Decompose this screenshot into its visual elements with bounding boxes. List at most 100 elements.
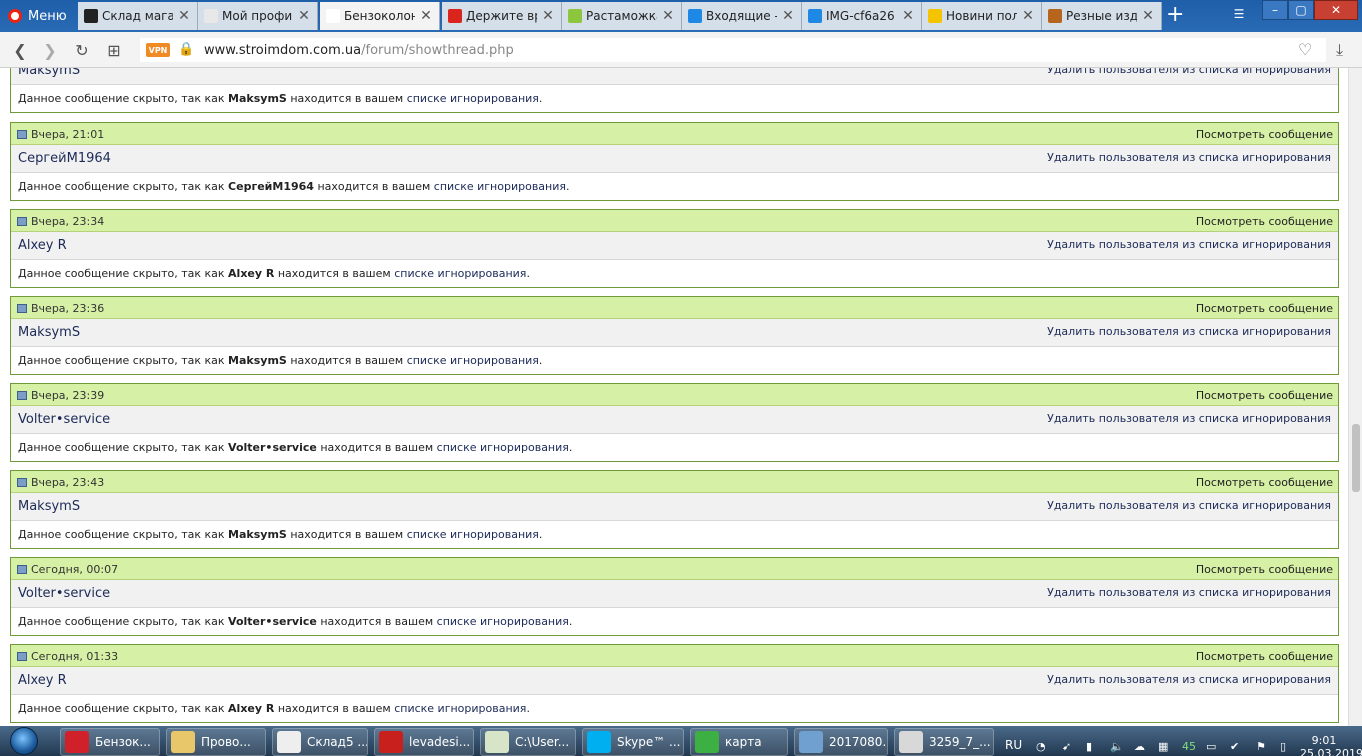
post-username[interactable]: Alxey R: [18, 238, 67, 253]
tab-title: Держите вр: [466, 9, 537, 23]
minimize-window-button[interactable]: –: [1262, 0, 1288, 20]
close-tab-icon[interactable]: ✕: [661, 8, 675, 24]
tab-title: Новини пол: [946, 9, 1017, 23]
browser-tab[interactable]: Входящие - ✕: [682, 2, 802, 30]
ignore-list-link[interactable]: списке игнорирования: [407, 528, 539, 541]
close-tab-icon[interactable]: ✕: [297, 8, 311, 24]
view-post-link[interactable]: Посмотреть сообщение: [1196, 476, 1333, 489]
browser-tab[interactable]: Мой профи ✕: [198, 2, 318, 30]
view-post-link[interactable]: Посмотреть сообщение: [1196, 302, 1333, 315]
notice-username: Alxey R: [228, 267, 275, 280]
download-icon[interactable]: ⤓: [1336, 40, 1343, 60]
remove-from-ignore-link[interactable]: Удалить пользователя из списка игнориров…: [1047, 238, 1331, 251]
opera-menu-button[interactable]: Меню: [0, 0, 76, 32]
browser-tab[interactable]: Новини пол ✕: [922, 2, 1042, 30]
ignore-list-link[interactable]: списке игнорирования: [407, 354, 539, 367]
browser-tab[interactable]: IMG-cf6a26 ✕: [802, 2, 922, 30]
flag-icon[interactable]: ⚑: [1256, 740, 1270, 753]
url-text[interactable]: www.stroimdom.com.ua/forum/showthread.ph…: [204, 43, 514, 58]
remove-from-ignore-link[interactable]: Удалить пользователя из списка игнориров…: [1047, 325, 1331, 338]
vpn-badge[interactable]: VPN: [146, 43, 170, 57]
close-tab-icon[interactable]: ✕: [1141, 8, 1155, 24]
speed-dial-grid-icon[interactable]: ⊞: [104, 40, 124, 60]
post-icon: [17, 565, 27, 574]
post-user-line: Alxey R Удалить пользователя из списка иг…: [11, 232, 1338, 260]
network-icon[interactable]: ▦: [1158, 740, 1172, 753]
page-scrollbar[interactable]: [1348, 68, 1362, 726]
taskbar-item[interactable]: Прово...: [166, 728, 266, 756]
post-header: Вчера, 23:39 Посмотреть сообщение: [11, 384, 1338, 406]
post-username[interactable]: MaksymS: [18, 325, 80, 340]
browser-tab[interactable]: Резные изд ✕: [1042, 2, 1162, 30]
ignore-list-link[interactable]: списке игнорирования: [394, 702, 526, 715]
post-date: Сегодня, 00:07: [31, 563, 119, 576]
remove-from-ignore-link[interactable]: Удалить пользователя из списка игнориров…: [1047, 68, 1331, 76]
lock-icon[interactable]: 🔒: [178, 42, 194, 58]
pointer-icon[interactable]: ➹: [1062, 740, 1076, 753]
post-username[interactable]: СергейМ1964: [18, 151, 111, 166]
post-username[interactable]: Volter•service: [18, 586, 110, 601]
browser-tab[interactable]: Бензоколон ✕: [320, 2, 440, 30]
tray-counter[interactable]: 45: [1182, 740, 1196, 753]
remove-from-ignore-link[interactable]: Удалить пользователя из списка игнориров…: [1047, 499, 1331, 512]
language-indicator[interactable]: RU: [1005, 738, 1022, 752]
taskbar-item[interactable]: C:\User...: [480, 728, 576, 756]
network-status-icon[interactable]: ◔: [1036, 740, 1050, 753]
device-icon[interactable]: ▮: [1086, 740, 1100, 753]
notice-username: СергейМ1964: [228, 180, 314, 193]
scrollbar-thumb[interactable]: [1352, 424, 1360, 492]
check-icon[interactable]: ✔: [1230, 740, 1244, 753]
taskbar-item[interactable]: Бензок...: [60, 728, 160, 756]
view-post-link[interactable]: Посмотреть сообщение: [1196, 389, 1333, 402]
close-tab-icon[interactable]: ✕: [541, 8, 555, 24]
remove-from-ignore-link[interactable]: Удалить пользователя из списка игнориров…: [1047, 673, 1331, 686]
remove-from-ignore-link[interactable]: Удалить пользователя из списка игнориров…: [1047, 586, 1331, 599]
forward-arrow-icon[interactable]: ❯: [40, 40, 60, 60]
reload-icon[interactable]: ↻: [72, 40, 92, 60]
ignore-list-link[interactable]: списке игнорирования: [437, 615, 569, 628]
post-username[interactable]: MaksymS: [18, 499, 80, 514]
close-window-button[interactable]: ✕: [1314, 0, 1358, 20]
post-user-line: MaksymS Удалить пользователя из списка и…: [11, 68, 1338, 85]
volume-icon[interactable]: 🔈: [1110, 740, 1124, 753]
remove-from-ignore-link[interactable]: Удалить пользователя из списка игнориров…: [1047, 151, 1331, 164]
ignore-list-link[interactable]: списке игнорирования: [394, 267, 526, 280]
view-post-link[interactable]: Посмотреть сообщение: [1196, 563, 1333, 576]
taskbar-item[interactable]: 3259_7_...: [894, 728, 994, 756]
remove-from-ignore-link[interactable]: Удалить пользователя из списка игнориров…: [1047, 412, 1331, 425]
browser-tab[interactable]: Держите вр ✕: [442, 2, 562, 30]
new-tab-plus-icon[interactable]: +: [1166, 4, 1184, 26]
taskbar-item[interactable]: Склад5 ...: [272, 728, 368, 756]
close-tab-icon[interactable]: ✕: [419, 8, 433, 24]
ignore-list-link[interactable]: списке игнорирования: [407, 92, 539, 105]
start-button[interactable]: [2, 726, 48, 756]
post-username[interactable]: Alxey R: [18, 673, 67, 688]
cloud-icon[interactable]: ☁: [1134, 740, 1148, 753]
close-tab-icon[interactable]: ✕: [781, 8, 795, 24]
post-username[interactable]: MaksymS: [18, 68, 80, 78]
taskbar-item[interactable]: levadesi...: [374, 728, 474, 756]
notice-prefix: Данное сообщение скрыто, так как: [18, 267, 225, 280]
taskbar-item[interactable]: 2017080...: [794, 728, 888, 756]
monitor-icon[interactable]: ▭: [1206, 740, 1220, 753]
clock[interactable]: 9:01 25.03.2019: [1300, 734, 1362, 756]
ignore-list-link[interactable]: списке игнорирования: [434, 180, 566, 193]
taskbar-item[interactable]: Skype™ ...: [582, 728, 684, 756]
view-post-link[interactable]: Посмотреть сообщение: [1196, 650, 1333, 663]
browser-tab[interactable]: Склад магаз ✕: [78, 2, 198, 30]
close-tab-icon[interactable]: ✕: [1021, 8, 1035, 24]
maximize-window-button[interactable]: ▢: [1288, 0, 1314, 20]
close-tab-icon[interactable]: ✕: [901, 8, 915, 24]
back-arrow-icon[interactable]: ❮: [10, 40, 30, 60]
tab-menu-icon[interactable]: ☰: [1226, 4, 1252, 24]
taskbar-item[interactable]: карта: [690, 728, 788, 756]
bookmark-heart-icon[interactable]: ♡: [1298, 40, 1312, 59]
ignore-list-link[interactable]: списке игнорирования: [437, 441, 569, 454]
battery-icon[interactable]: ▯: [1280, 740, 1294, 753]
post-username[interactable]: Volter•service: [18, 412, 110, 427]
view-post-link[interactable]: Посмотреть сообщение: [1196, 215, 1333, 228]
view-post-link[interactable]: Посмотреть сообщение: [1196, 128, 1333, 141]
browser-tab[interactable]: Растаможка ✕: [562, 2, 682, 30]
close-tab-icon[interactable]: ✕: [177, 8, 191, 24]
post-icon: [17, 130, 27, 139]
